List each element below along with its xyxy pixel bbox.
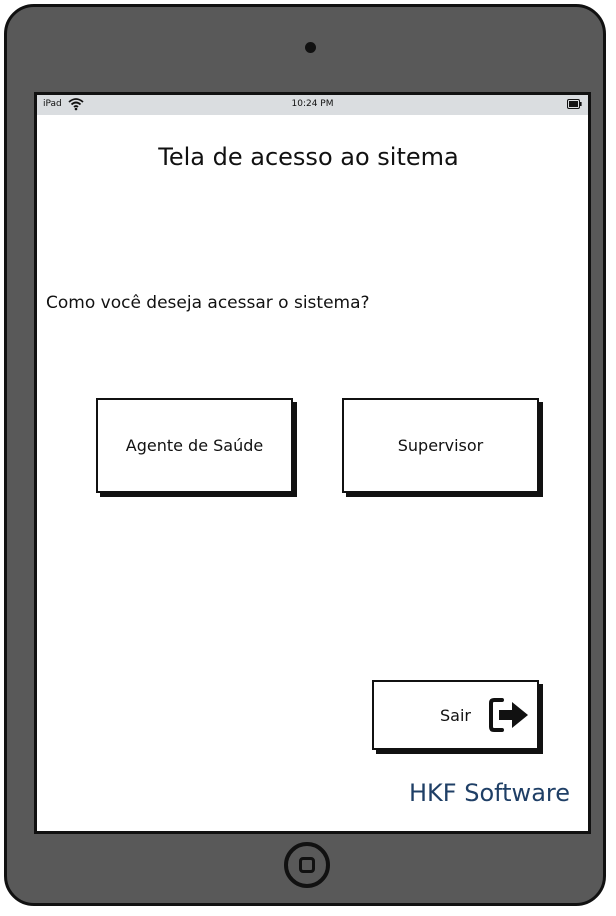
supervisor-button-label: Supervisor	[397, 436, 484, 455]
sair-button-label: Sair	[440, 706, 471, 725]
access-prompt: Como você deseja acessar o sistema?	[46, 293, 370, 313]
agente-de-saude-button[interactable]: Agente de Saúde	[96, 398, 293, 493]
status-time: 10:24 PM	[291, 99, 334, 109]
battery-icon	[567, 99, 582, 109]
tablet-frame: iPad 10:24 PM Tela de acesso ao sitema C…	[4, 4, 606, 906]
agente-button-label: Agente de Saúde	[125, 436, 264, 455]
brand-logo-text: HKF Software	[408, 779, 570, 807]
screen: iPad 10:24 PM Tela de acesso ao sitema C…	[34, 92, 591, 834]
front-camera	[305, 42, 316, 53]
supervisor-button[interactable]: Supervisor	[342, 398, 539, 493]
page-title: Tela de acesso ao sitema	[158, 143, 459, 171]
home-button[interactable]	[284, 842, 330, 888]
home-square-icon	[299, 857, 315, 873]
status-bar: iPad 10:24 PM	[37, 95, 588, 115]
sair-button[interactable]: Sair	[372, 680, 539, 750]
exit-arrow-icon	[489, 698, 528, 732]
